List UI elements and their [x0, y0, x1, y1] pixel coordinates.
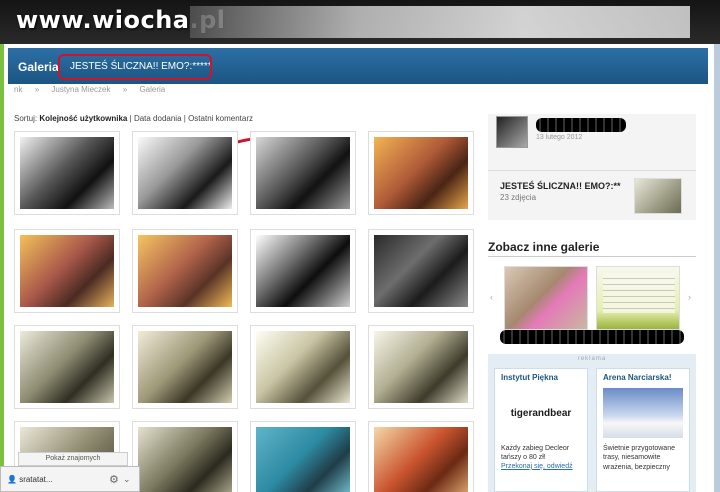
gallery-thumbnail[interactable] [132, 131, 238, 215]
ad-text: Świetnie przygotowane trasy, niesamowite… [603, 445, 675, 471]
carousel-next-icon[interactable]: › [688, 292, 691, 302]
chevron-down-icon[interactable]: ⌄ [123, 474, 131, 485]
section-label[interactable]: Galeria [18, 60, 59, 74]
breadcrumb: nk » Justyna Mieczek » Galeria [14, 85, 175, 94]
browser-top-strip: www.wiocha.pl [0, 0, 720, 44]
chat-bar: 👤 sratatat... ⚙ ⌄ [0, 466, 140, 492]
gallery-thumbnail[interactable] [250, 229, 356, 313]
breadcrumb-item[interactable]: Galeria [139, 85, 165, 94]
ad-image [603, 388, 683, 438]
censored-name [536, 118, 626, 132]
gallery-thumbnail[interactable] [14, 229, 120, 313]
gallery-thumbnail[interactable] [250, 131, 356, 215]
breadcrumb-separator: » [122, 85, 128, 94]
gallery-thumbnail[interactable] [250, 421, 356, 492]
gallery-thumbnail[interactable] [368, 229, 474, 313]
carousel-prev-icon[interactable]: ‹ [490, 292, 493, 302]
sort-option-date-added[interactable]: Data dodania [134, 114, 182, 123]
ad-label: reklama [577, 356, 607, 362]
gallery-thumbnail[interactable] [368, 325, 474, 409]
ad-logo-text: tigerandbear [510, 407, 572, 419]
gallery-card-title: JESTEŚ ŚLICZNA!! EMO?:** [500, 181, 621, 191]
other-galleries-carousel: ‹ › [488, 266, 696, 332]
gear-icon[interactable]: ⚙ [109, 473, 119, 486]
gallery-thumbnail[interactable] [250, 325, 356, 409]
ad-section: reklama Instytut Piękna tigerandbear Każ… [488, 354, 696, 492]
chat-username: sratatat... [19, 475, 53, 484]
ad-card[interactable]: Arena Narciarska! Świetnie przygotowane … [596, 368, 690, 492]
gallery-thumbnail[interactable] [14, 131, 120, 215]
ad-text: Każdy zabieg Decleor tańszy o 80 zł! [501, 445, 570, 462]
ad-card[interactable]: Instytut Piękna tigerandbear Każdy zabie… [494, 368, 588, 492]
sort-separator: | [183, 114, 186, 123]
highlight-annotation [58, 54, 212, 80]
gallery-thumbnail[interactable] [132, 325, 238, 409]
profile-date: 13 lutego 2012 [536, 134, 583, 141]
sort-label: Sortuj: [14, 114, 38, 123]
show-friends-button[interactable]: Pokaż znajomych [18, 452, 128, 466]
carousel-item[interactable] [596, 266, 680, 330]
ad-title: Instytut Piękna [501, 373, 558, 382]
ad-link[interactable]: Przekonaj się, odwiedź [501, 463, 581, 470]
gallery-card-count: 23 zdjęcia [500, 193, 537, 202]
other-galleries-title: Zobacz inne galerie [488, 240, 600, 254]
sort-option-last-comment[interactable]: Ostatni komentarz [188, 114, 253, 123]
sort-bar: Sortuj: Kolejność użytkownika | Data dod… [14, 114, 253, 123]
gallery-thumbnail[interactable] [368, 131, 474, 215]
breadcrumb-item[interactable]: Justyna Mieczek [51, 85, 110, 94]
ad-logo: tigerandbear [501, 388, 581, 438]
censored-names [500, 330, 684, 344]
avatar[interactable] [496, 116, 528, 148]
window-scrollbar[interactable] [714, 44, 720, 492]
gallery-thumbnail[interactable] [132, 229, 238, 313]
chat-user[interactable]: 👤 sratatat... [7, 475, 53, 484]
ad-title: Arena Narciarska! [603, 373, 672, 382]
divider [488, 256, 696, 257]
gallery-thumbnail[interactable] [132, 421, 238, 492]
blurred-address-bar [190, 6, 690, 38]
gallery-page: Galeria JESTEŚ ŚLICZNA!! EMO?:***** nk »… [0, 44, 720, 492]
sort-separator: | [129, 114, 132, 123]
sort-option-custom-order[interactable]: Kolejność użytkownika [39, 114, 127, 123]
gallery-thumbnail[interactable] [368, 421, 474, 492]
breadcrumb-item[interactable]: nk [14, 85, 22, 94]
breadcrumb-separator: » [34, 85, 40, 94]
gallery-thumbnail[interactable] [14, 325, 120, 409]
carousel-item[interactable] [504, 266, 588, 330]
gallery-header: Galeria JESTEŚ ŚLICZNA!! EMO?:***** [8, 48, 708, 84]
gallery-card[interactable]: JESTEŚ ŚLICZNA!! EMO?:** 23 zdjęcia [488, 170, 696, 220]
gallery-card-thumbnail[interactable] [634, 178, 682, 214]
